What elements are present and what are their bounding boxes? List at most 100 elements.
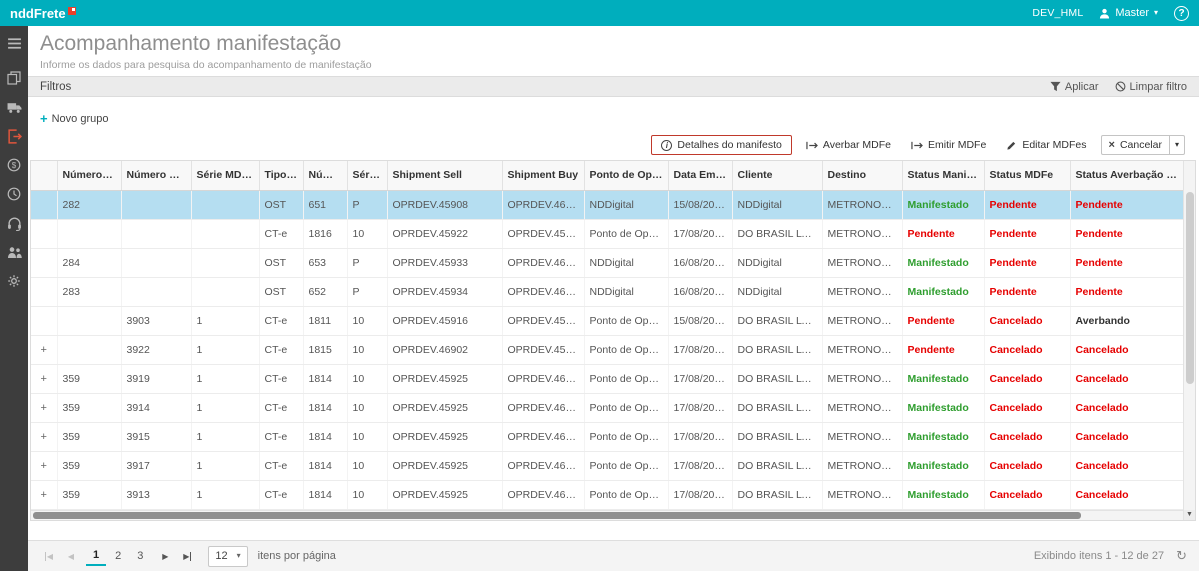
- cell-serie_d: P: [347, 248, 387, 277]
- history-icon[interactable]: [4, 186, 24, 202]
- details-manifest-button[interactable]: i Detalhes do manifesto: [651, 135, 791, 155]
- horizontal-scrollbar[interactable]: [31, 510, 1183, 520]
- column-header-numero_mdfe[interactable]: Número MDFe: [121, 161, 191, 190]
- table-row[interactable]: +39221CT-e181510OPRDEV.46902OPRDEV.45923…: [31, 335, 1183, 364]
- column-header-status_manifesto[interactable]: Status Manifesto: [902, 161, 984, 190]
- table-row[interactable]: +35939141CT-e181410OPRDEV.45925OPRDEV.46…: [31, 393, 1183, 422]
- cell-status_averbacao: Averbando: [1070, 306, 1183, 335]
- column-header-shipment_sell[interactable]: Shipment Sell: [387, 161, 502, 190]
- next-page-button[interactable]: ▶: [156, 547, 174, 565]
- table-row[interactable]: +35939131CT-e181410OPRDEV.45925OPRDEV.46…: [31, 480, 1183, 509]
- column-header-destino[interactable]: Destino: [822, 161, 902, 190]
- cell-status_manifesto: Pendente: [902, 306, 984, 335]
- truck-icon[interactable]: [4, 99, 24, 115]
- clear-filter-button[interactable]: Limpar filtro: [1115, 81, 1187, 93]
- page-button-2[interactable]: 2: [108, 547, 128, 565]
- cell-tipo: CT-e: [259, 393, 303, 422]
- cancel-button[interactable]: × Cancelar: [1102, 136, 1169, 154]
- page-button-3[interactable]: 3: [130, 547, 150, 565]
- page-size-select[interactable]: 12 ▾: [208, 546, 247, 567]
- column-header-numero_manifesto[interactable]: Número Mani...: [57, 161, 121, 190]
- expand-row-button[interactable]: +: [31, 335, 57, 364]
- table-row[interactable]: 284OST653POPRDEV.45933OPRDEV.46912NDDigi…: [31, 248, 1183, 277]
- cell-status_mdfe: Cancelado: [984, 480, 1070, 509]
- table-row[interactable]: +35939191CT-e181410OPRDEV.45925OPRDEV.46…: [31, 364, 1183, 393]
- table-row[interactable]: 283OST652POPRDEV.45934OPRDEV.46914NDDigi…: [31, 277, 1183, 306]
- support-headset-icon[interactable]: [4, 215, 24, 231]
- vertical-scrollbar-thumb[interactable]: [1186, 192, 1194, 384]
- cell-tipo: CT-e: [259, 306, 303, 335]
- apply-filter-button[interactable]: Aplicar: [1050, 81, 1099, 93]
- table-row[interactable]: +35939171CT-e181410OPRDEV.45925OPRDEV.46…: [31, 451, 1183, 480]
- cell-status_manifesto: Manifestado: [902, 364, 984, 393]
- column-header-tipo[interactable]: Tipo ...: [259, 161, 303, 190]
- editar-mdfes-button[interactable]: Editar MDFes: [1000, 136, 1092, 154]
- expand-row-button[interactable]: +: [31, 451, 57, 480]
- cell-cliente: DO BRASIL LTDA-GU...: [732, 219, 822, 248]
- documents-icon[interactable]: [4, 70, 24, 86]
- data-grid: Número Mani...Número MDFeSérie MDFeTipo …: [30, 160, 1196, 521]
- expand-row-button[interactable]: +: [31, 480, 57, 509]
- column-header-shipment_buy[interactable]: Shipment Buy: [502, 161, 584, 190]
- pager-summary: Exibindo itens 1 - 12 de 27: [1034, 550, 1164, 562]
- cell-numero_manifesto: [57, 219, 121, 248]
- cell-numero_manifesto: 283: [57, 277, 121, 306]
- column-header-numero[interactable]: Número ...: [303, 161, 347, 190]
- emitir-mdfe-button[interactable]: Emitir MDFe: [905, 136, 992, 154]
- page-button-1[interactable]: 1: [86, 546, 106, 566]
- expand-row-button[interactable]: +: [31, 422, 57, 451]
- expand-row-button[interactable]: +: [31, 393, 57, 422]
- filters-bar: Filtros Aplicar Limpar filtro: [28, 76, 1199, 97]
- cell-numero_manifesto: 284: [57, 248, 121, 277]
- manifest-export-icon[interactable]: [4, 128, 24, 144]
- column-header-status_averbacao[interactable]: Status Averbação MDFe ↑: [1070, 161, 1183, 190]
- cell-numero_manifesto: 359: [57, 393, 121, 422]
- column-header-serie_mdfe[interactable]: Série MDFe: [191, 161, 259, 190]
- previous-page-button[interactable]: ◀: [62, 547, 80, 565]
- column-header-cliente[interactable]: Cliente: [732, 161, 822, 190]
- cell-numero_manifesto: 282: [57, 190, 121, 219]
- scroll-down-arrow[interactable]: ▼: [1183, 510, 1195, 520]
- cell-shipment_buy: OPRDEV.46903: [502, 480, 584, 509]
- settings-gear-icon[interactable]: [4, 273, 24, 289]
- column-header-data_emissao[interactable]: Data Emissã...: [668, 161, 732, 190]
- column-header-status_mdfe[interactable]: Status MDFe: [984, 161, 1070, 190]
- cell-numero_mdfe: 3922: [121, 335, 191, 364]
- table-row[interactable]: +35939151CT-e181410OPRDEV.45925OPRDEV.46…: [31, 422, 1183, 451]
- menu-icon[interactable]: [4, 35, 24, 51]
- horizontal-scrollbar-thumb[interactable]: [33, 512, 1081, 519]
- cell-shipment_buy: OPRDEV.46903: [502, 364, 584, 393]
- cell-status_manifesto: Manifestado: [902, 277, 984, 306]
- first-page-button[interactable]: ◀: [40, 547, 58, 565]
- cell-shipment_buy: OPRDEV.45923: [502, 335, 584, 364]
- column-header-ponto_operacao[interactable]: Ponto de Operação: [584, 161, 668, 190]
- expand-row-button[interactable]: +: [31, 364, 57, 393]
- column-header-serie_d[interactable]: Série D...: [347, 161, 387, 190]
- table-row[interactable]: CT-e181610OPRDEV.45922OPRDEV.45920Ponto …: [31, 219, 1183, 248]
- users-icon[interactable]: [4, 244, 24, 260]
- circle-slash-icon: [1115, 81, 1126, 92]
- brand-logo[interactable]: nddFrete: [10, 6, 76, 21]
- cell-cliente: DO BRASIL LTDA-GU...: [732, 422, 822, 451]
- cell-expand: [31, 248, 57, 277]
- table-row[interactable]: 39031CT-e181110OPRDEV.45916OPRDEV.45914P…: [31, 306, 1183, 335]
- help-button[interactable]: ?: [1174, 6, 1189, 21]
- last-page-button[interactable]: ▶: [178, 547, 196, 565]
- user-menu[interactable]: Master ▾: [1099, 7, 1158, 19]
- averbar-mdfe-button[interactable]: Averbar MDFe: [800, 136, 897, 154]
- cell-serie_mdfe: [191, 190, 259, 219]
- refresh-icon[interactable]: ↻: [1176, 548, 1187, 564]
- new-group-button[interactable]: + Novo grupo: [40, 111, 1199, 126]
- cell-shipment_buy: OPRDEV.45920: [502, 219, 584, 248]
- cell-tipo: CT-e: [259, 480, 303, 509]
- vertical-scrollbar[interactable]: [1183, 161, 1195, 510]
- table-row[interactable]: 282OST651POPRDEV.45908OPRDEV.46884NDDigi…: [31, 190, 1183, 219]
- cell-numero_manifesto: 359: [57, 480, 121, 509]
- cell-ponto_operacao: NDDigital: [584, 277, 668, 306]
- cell-destino: METRONORTE CO...: [822, 248, 902, 277]
- cell-serie_mdfe: [191, 219, 259, 248]
- cell-numero: 652: [303, 277, 347, 306]
- cancel-dropdown-button[interactable]: ▾: [1169, 136, 1184, 154]
- cell-numero_mdfe: 3903: [121, 306, 191, 335]
- billing-icon[interactable]: $: [4, 157, 24, 173]
